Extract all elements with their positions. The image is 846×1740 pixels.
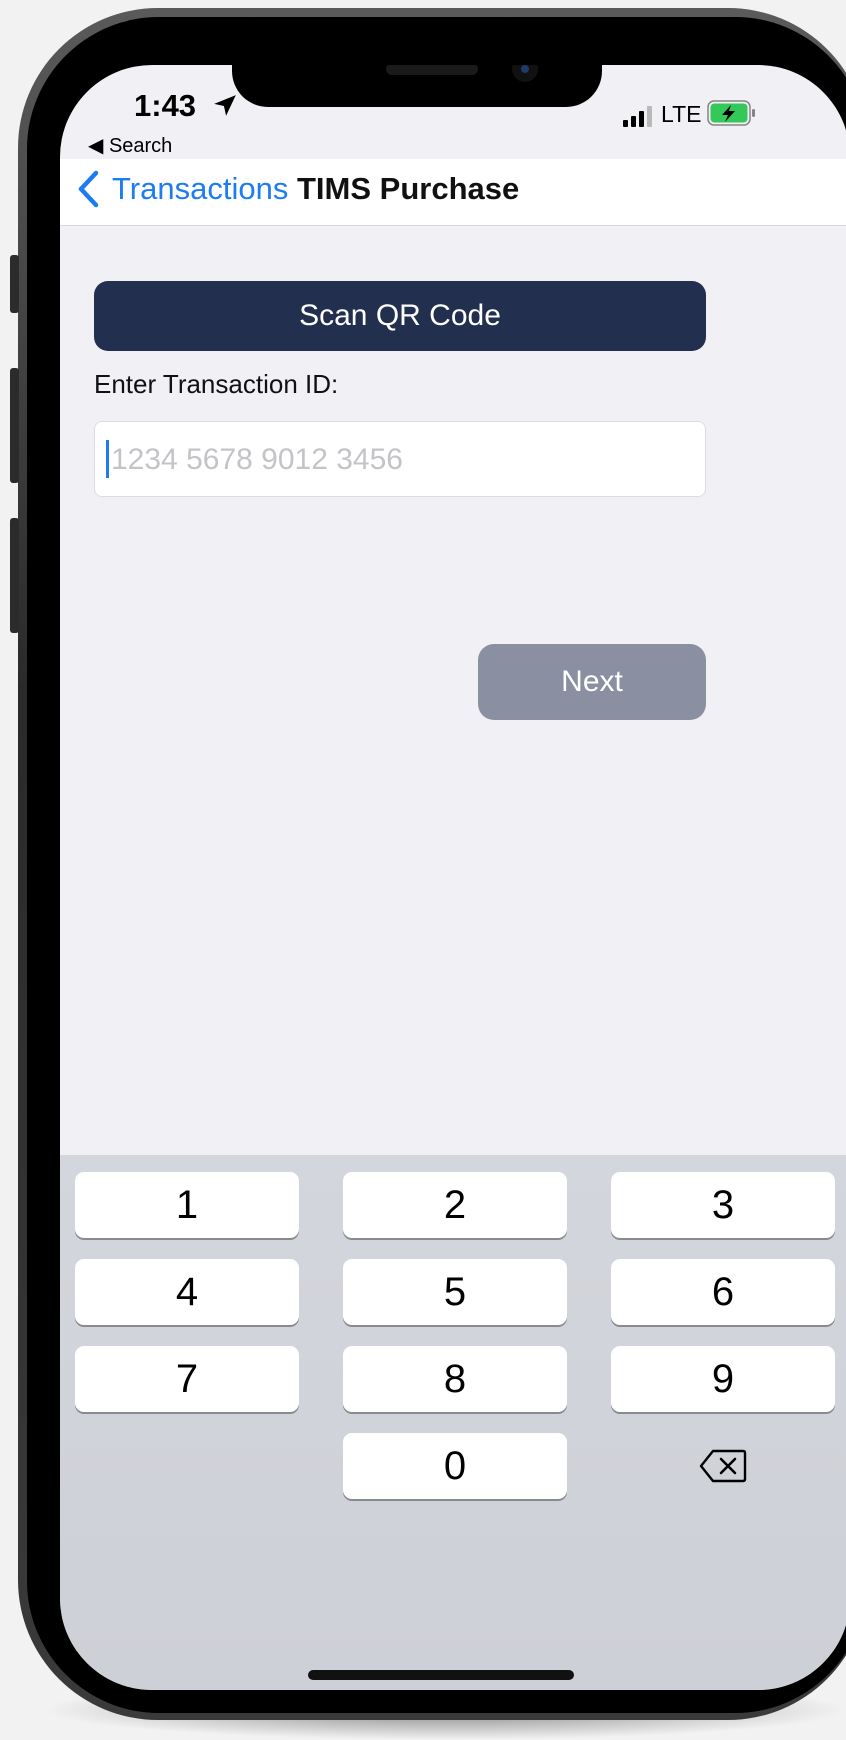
key-8[interactable]: 8 — [343, 1346, 567, 1412]
back-to-search-link[interactable]: ◀ Search — [88, 133, 172, 158]
key-1[interactable]: 1 — [75, 1172, 299, 1238]
key-5[interactable]: 5 — [343, 1259, 567, 1325]
home-indicator[interactable] — [308, 1670, 574, 1680]
key-6[interactable]: 6 — [611, 1259, 835, 1325]
key-0[interactable]: 0 — [343, 1433, 567, 1499]
silent-switch — [10, 255, 19, 313]
phone-screen: 1:43 ◀ Search LTE Transactions TIMS Purc… — [60, 65, 846, 1690]
battery-charging-icon — [707, 100, 755, 126]
transaction-id-field[interactable] — [94, 421, 706, 498]
back-button[interactable]: Transactions — [76, 167, 288, 211]
delete-backspace-icon — [699, 1449, 747, 1483]
network-type: LTE — [661, 101, 702, 127]
volume-down-button — [10, 518, 19, 633]
transaction-id-input[interactable] — [109, 422, 693, 498]
back-button-label: Transactions — [112, 171, 289, 206]
key-2[interactable]: 2 — [343, 1172, 567, 1238]
scan-qr-code-button[interactable]: Scan QR Code — [94, 281, 706, 351]
key-9[interactable]: 9 — [611, 1346, 835, 1412]
location-arrow-icon — [214, 95, 236, 116]
front-camera — [512, 65, 538, 82]
numeric-keypad: 1 2 3 4 5 6 7 8 9 0 — [60, 1155, 846, 1690]
status-time: 1:43 — [134, 88, 197, 123]
chevron-left-icon — [78, 170, 99, 208]
key-4[interactable]: 4 — [75, 1259, 299, 1325]
delete-key[interactable] — [611, 1433, 835, 1499]
notch — [232, 65, 602, 107]
earpiece-speaker — [386, 65, 478, 75]
key-7[interactable]: 7 — [75, 1346, 299, 1412]
page-title: TIMS Purchase — [297, 171, 520, 206]
key-3[interactable]: 3 — [611, 1172, 835, 1238]
navigation-bar: Transactions TIMS Purchase — [60, 159, 846, 226]
signal-bars-icon — [623, 106, 652, 127]
transaction-id-label: Enter Transaction ID: — [94, 369, 339, 399]
next-button[interactable]: Next — [478, 644, 706, 720]
volume-up-button — [10, 368, 19, 483]
